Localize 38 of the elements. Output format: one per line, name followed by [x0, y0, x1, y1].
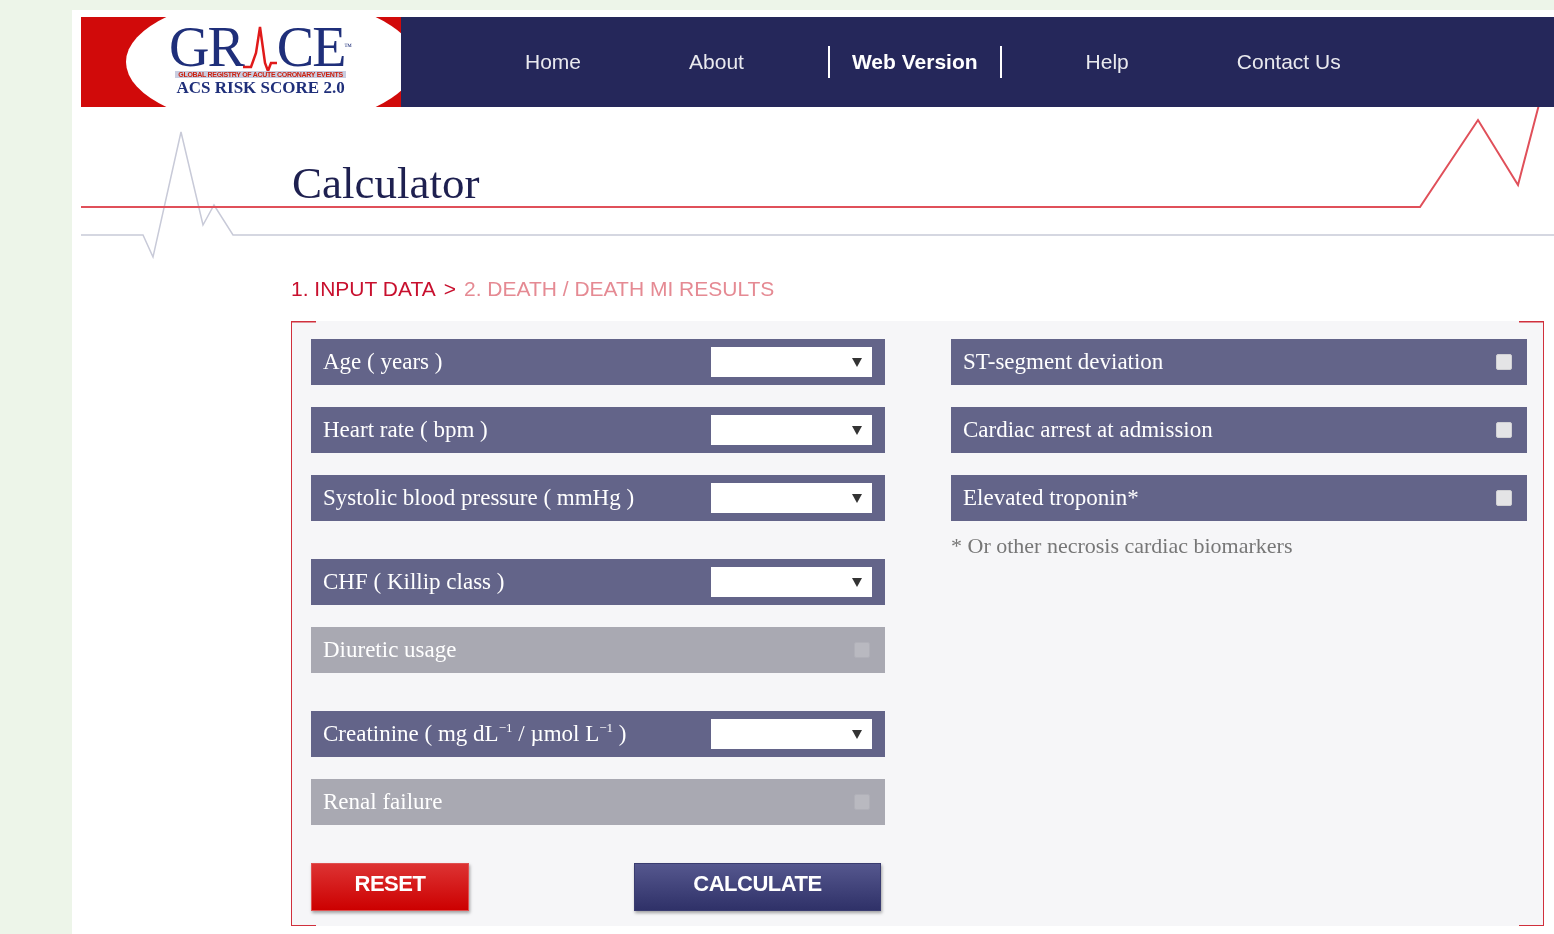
dropdown-field[interactable] — [711, 719, 872, 749]
dropdown-field[interactable] — [711, 415, 872, 445]
dropdown-field[interactable] — [711, 347, 872, 377]
field-label: CHF ( Killip class ) — [323, 569, 505, 595]
step-separator: > — [443, 277, 456, 302]
nav-link[interactable]: Contact Us — [1212, 46, 1365, 78]
nav-link[interactable]: Help — [1061, 46, 1153, 78]
field-label: Cardiac arrest at admission — [963, 417, 1213, 443]
logo-text: GR — [169, 23, 243, 71]
footnote: * Or other necrosis cardiac biomarkers — [951, 533, 1294, 559]
field-label: ST-segment deviation — [963, 349, 1164, 375]
field-label: Heart rate ( bpm ) — [323, 417, 488, 443]
caret-icon — [852, 357, 862, 367]
checkbox[interactable] — [1496, 490, 1512, 506]
checkbox[interactable] — [1496, 354, 1512, 370]
logo-subtitle: ACS RISK SCORE 2.0 — [176, 78, 345, 98]
field-label: Renal failure — [323, 789, 443, 815]
step-link[interactable]: 1. INPUT DATA — [291, 277, 436, 321]
dropdown-field[interactable] — [711, 567, 872, 597]
caret-icon — [852, 729, 862, 739]
trademark-sign: ™ — [344, 41, 353, 53]
nav-link[interactable]: About — [665, 46, 768, 78]
reset-button[interactable]: RESET — [311, 863, 469, 911]
field-label: Creatinine ( mg dL$^{−1}$ / µmol L$^{−1}$ ) — [323, 721, 627, 747]
caret-icon — [852, 577, 862, 587]
caret-icon — [852, 425, 862, 435]
logo-text: CE — [276, 23, 345, 71]
page-title: Calculator — [291, 157, 480, 209]
dropdown-field[interactable] — [711, 483, 872, 513]
field-label: Elevated troponin* — [963, 485, 1139, 511]
field-label: Systolic blood pressure ( mmHg ) — [323, 485, 635, 511]
nav-link[interactable]: Web Version — [827, 46, 1002, 78]
nav-link[interactable]: Home — [501, 46, 606, 78]
caret-icon — [852, 493, 862, 503]
field-label: Age ( years ) — [323, 349, 443, 375]
calculate-button[interactable]: CALCULATE — [634, 863, 881, 911]
field-label: Diuretic usage — [323, 637, 457, 663]
checkbox[interactable] — [1496, 422, 1512, 438]
